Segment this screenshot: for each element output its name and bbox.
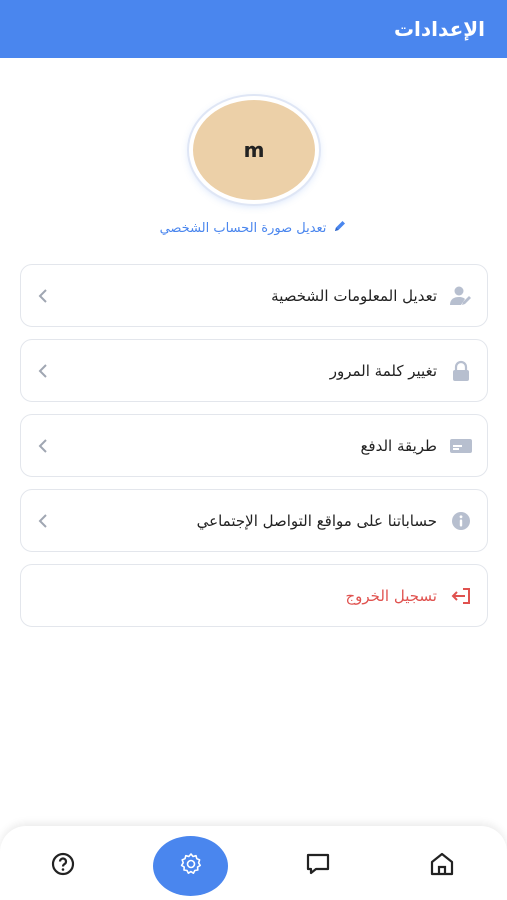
credit-card-icon: [447, 432, 475, 460]
pencil-icon: [332, 218, 348, 238]
chat-button[interactable]: [300, 848, 336, 884]
home-button[interactable]: [424, 848, 460, 884]
info-icon: [447, 507, 475, 535]
menu-item-label: طريقة الدفع: [360, 436, 437, 455]
avatar-container: m: [189, 96, 321, 206]
chevron-left-icon: [35, 437, 51, 455]
settings-tab-active[interactable]: [153, 836, 228, 896]
chat-icon: [304, 851, 332, 881]
chevron-left-icon: [35, 512, 51, 530]
user-edit-icon: [447, 282, 475, 310]
menu-item-label: تعديل المعلومات الشخصية: [271, 286, 437, 305]
help-button[interactable]: [45, 848, 81, 884]
menu-item-label: تغيير كلمة المرور: [329, 361, 437, 380]
edit-photo-label: تعديل صورة الحساب الشخصي: [159, 220, 327, 236]
logout-icon: [447, 582, 475, 610]
chevron-left-icon: [35, 362, 51, 380]
page-title: الإعدادات: [393, 17, 485, 41]
menu-item-edit-profile[interactable]: تعديل المعلومات الشخصية: [20, 264, 488, 327]
menu-item-social-accounts[interactable]: حساباتنا على مواقع التواصل الإجتماعي: [20, 489, 488, 552]
edit-photo-link[interactable]: تعديل صورة الحساب الشخصي: [140, 217, 368, 239]
menu-item-label: حساباتنا على مواقع التواصل الإجتماعي: [196, 511, 437, 530]
chevron-left-icon: [35, 287, 51, 305]
home-icon: [428, 851, 456, 881]
avatar-initial: m: [243, 138, 265, 162]
settings-menu: تعديل المعلومات الشخصية تغيير كلمة المرو…: [20, 264, 488, 639]
menu-item-change-password[interactable]: تغيير كلمة المرور: [20, 339, 488, 402]
menu-item-label: تسجيل الخروج: [345, 586, 437, 605]
avatar[interactable]: m: [189, 96, 319, 204]
lock-icon: [447, 357, 475, 385]
menu-item-payment-method[interactable]: طريقة الدفع: [20, 414, 488, 477]
bottom-navigation: [0, 826, 507, 900]
app-header: الإعدادات: [0, 0, 507, 58]
menu-item-logout[interactable]: تسجيل الخروج: [20, 564, 488, 627]
settings-icon: [178, 851, 204, 881]
help-icon: [50, 851, 76, 881]
